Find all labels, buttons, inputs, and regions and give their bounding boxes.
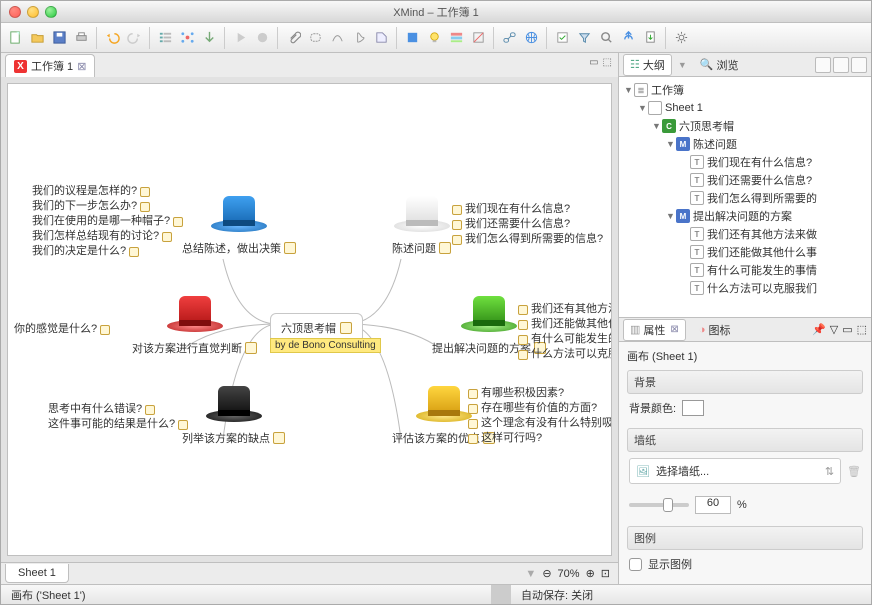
- choose-wallpaper-button[interactable]: 🖼 选择墙纸... ⇅: [629, 458, 841, 484]
- sheet-tab[interactable]: Sheet 1: [5, 564, 69, 583]
- subtopics-yellow: 有哪些积极因素? 存在哪些有价值的方面? 这个理念有没有什么特别吸引人的地方? …: [468, 386, 612, 446]
- marker-blue-icon[interactable]: [402, 28, 422, 48]
- note-icon: [439, 242, 451, 254]
- subtopics-black: 思考中有什么错误? 这件事可能的结果是什么?: [48, 402, 188, 432]
- summary-icon[interactable]: [349, 28, 369, 48]
- yellow-hat-icon: [416, 384, 472, 424]
- opacity-value[interactable]: 60: [695, 496, 731, 514]
- settings-icon[interactable]: [671, 28, 691, 48]
- fit-icon[interactable]: ⊡: [601, 567, 610, 580]
- min-icon[interactable]: ▽: [830, 323, 838, 336]
- side-action2-icon[interactable]: [833, 57, 849, 73]
- side-action1-icon[interactable]: [815, 57, 831, 73]
- opacity-unit: %: [737, 499, 747, 511]
- relationship-icon[interactable]: [327, 28, 347, 48]
- tab-menu-icon[interactable]: ▼: [678, 60, 687, 70]
- filter-indicator-icon[interactable]: ▼: [525, 568, 536, 580]
- side-action3-icon[interactable]: [851, 57, 867, 73]
- brainstorm-icon[interactable]: [252, 28, 272, 48]
- idea-icon[interactable]: [424, 28, 444, 48]
- workbook-tab-label: 工作簿 1: [31, 58, 73, 74]
- center-subtitle: by de Bono Consulting: [270, 338, 381, 353]
- style-icon[interactable]: [468, 28, 488, 48]
- zoom-in-icon[interactable]: ⊕: [586, 567, 595, 580]
- outline-mode-icon[interactable]: [155, 28, 175, 48]
- task-icon[interactable]: [552, 28, 572, 48]
- zoom-level: 70%: [558, 568, 580, 580]
- save-icon[interactable]: [49, 28, 69, 48]
- subtopics-green: 我们还有其他方法来做这件事 我们还能做其他什么事情? 有什么可能发生的事情可以 …: [518, 302, 612, 362]
- boundary-icon[interactable]: [305, 28, 325, 48]
- window-title: XMind – 工作簿 1: [1, 4, 871, 20]
- delete-wallpaper-icon[interactable]: 🗑: [847, 465, 861, 478]
- note-icon: [284, 242, 296, 254]
- topic-white[interactable]: 陈述问题: [386, 194, 457, 258]
- close-tab-icon[interactable]: ⊠: [77, 60, 86, 73]
- map-mode-icon[interactable]: [177, 28, 197, 48]
- subtopics-white: 我们现在有什么信息? 我们还需要什么信息? 我们怎么得到所需要的信息?: [452, 202, 603, 247]
- green-hat-icon: [461, 294, 517, 334]
- bgcolor-swatch[interactable]: [682, 400, 704, 416]
- minimize-view-icon[interactable]: ▭: [589, 57, 598, 68]
- blue-hat-icon: [211, 194, 267, 234]
- red-hat-icon: [167, 294, 223, 334]
- outline-tree[interactable]: ▼≣工作簿 ▼▦Sheet 1 ▼C六顶思考帽 ▼M陈述问题 T我们现在有什么信…: [619, 77, 871, 317]
- mindmap-canvas[interactable]: 六顶思考帽 by de Bono Consulting 总结陈述，做出决策 我们…: [7, 83, 612, 556]
- new-icon[interactable]: [5, 28, 25, 48]
- restore-icon[interactable]: ▭: [842, 323, 852, 336]
- topic-blue[interactable]: 总结陈述，做出决策: [176, 194, 302, 258]
- bgcolor-label: 背景颜色:: [629, 400, 676, 416]
- markers-tab[interactable]: ◑图标: [692, 319, 738, 341]
- section-legend: 图例: [627, 526, 863, 550]
- maximize-view-icon[interactable]: ⬚: [603, 57, 612, 68]
- xmind-file-icon: X: [14, 60, 27, 73]
- main-toolbar: [1, 23, 871, 53]
- zoom-out-icon[interactable]: ⊖: [542, 567, 551, 580]
- subtopics-blue: 我们的议程是怎样的? 我们的下一步怎么办? 我们在使用的是哪一种帽子? 我们怎样…: [32, 184, 183, 259]
- filter-icon[interactable]: [574, 28, 594, 48]
- max-icon[interactable]: ⬚: [857, 323, 867, 336]
- redo-icon[interactable]: [124, 28, 144, 48]
- note-icon: [245, 342, 257, 354]
- white-hat-icon: [394, 194, 450, 234]
- note-icon: [273, 432, 285, 444]
- print-icon[interactable]: [71, 28, 91, 48]
- export-icon[interactable]: [640, 28, 660, 48]
- topic-black[interactable]: 列举该方案的缺点: [176, 384, 291, 448]
- properties-title: 画布 (Sheet 1): [627, 348, 863, 364]
- share-icon[interactable]: [618, 28, 638, 48]
- label-icon[interactable]: [371, 28, 391, 48]
- subtopics-red: 你的感觉是什么?: [14, 322, 110, 337]
- stepper-icon: ⇅: [825, 465, 834, 478]
- web-icon[interactable]: [521, 28, 541, 48]
- pin-icon[interactable]: 📌: [812, 323, 826, 336]
- opacity-slider[interactable]: [629, 503, 689, 507]
- theme-icon[interactable]: [446, 28, 466, 48]
- browse-tab[interactable]: 🔍浏览: [693, 54, 746, 76]
- properties-tab[interactable]: ▥属性⊠: [623, 319, 686, 341]
- attachment-icon[interactable]: [283, 28, 303, 48]
- open-icon[interactable]: [27, 28, 47, 48]
- workbook-tab[interactable]: X 工作簿 1 ⊠: [5, 54, 95, 77]
- show-legend-label: 显示图例: [648, 556, 692, 572]
- outline-tab[interactable]: ☷大纲: [623, 54, 672, 76]
- undo-icon[interactable]: [102, 28, 122, 48]
- drill-icon[interactable]: [199, 28, 219, 48]
- status-autosave: 自动保存: 关闭: [511, 587, 871, 603]
- link-icon[interactable]: [499, 28, 519, 48]
- search-tb-icon[interactable]: [596, 28, 616, 48]
- status-left: 画布 ('Sheet 1'): [1, 587, 96, 603]
- image-icon: 🖼: [636, 465, 650, 478]
- section-wallpaper: 墙纸: [627, 428, 863, 452]
- note-icon: [340, 322, 352, 334]
- topic-red[interactable]: 对该方案进行直觉判断: [126, 294, 263, 358]
- black-hat-icon: [206, 384, 262, 424]
- show-legend-checkbox[interactable]: [629, 558, 642, 571]
- play-icon[interactable]: [230, 28, 250, 48]
- section-background: 背景: [627, 370, 863, 394]
